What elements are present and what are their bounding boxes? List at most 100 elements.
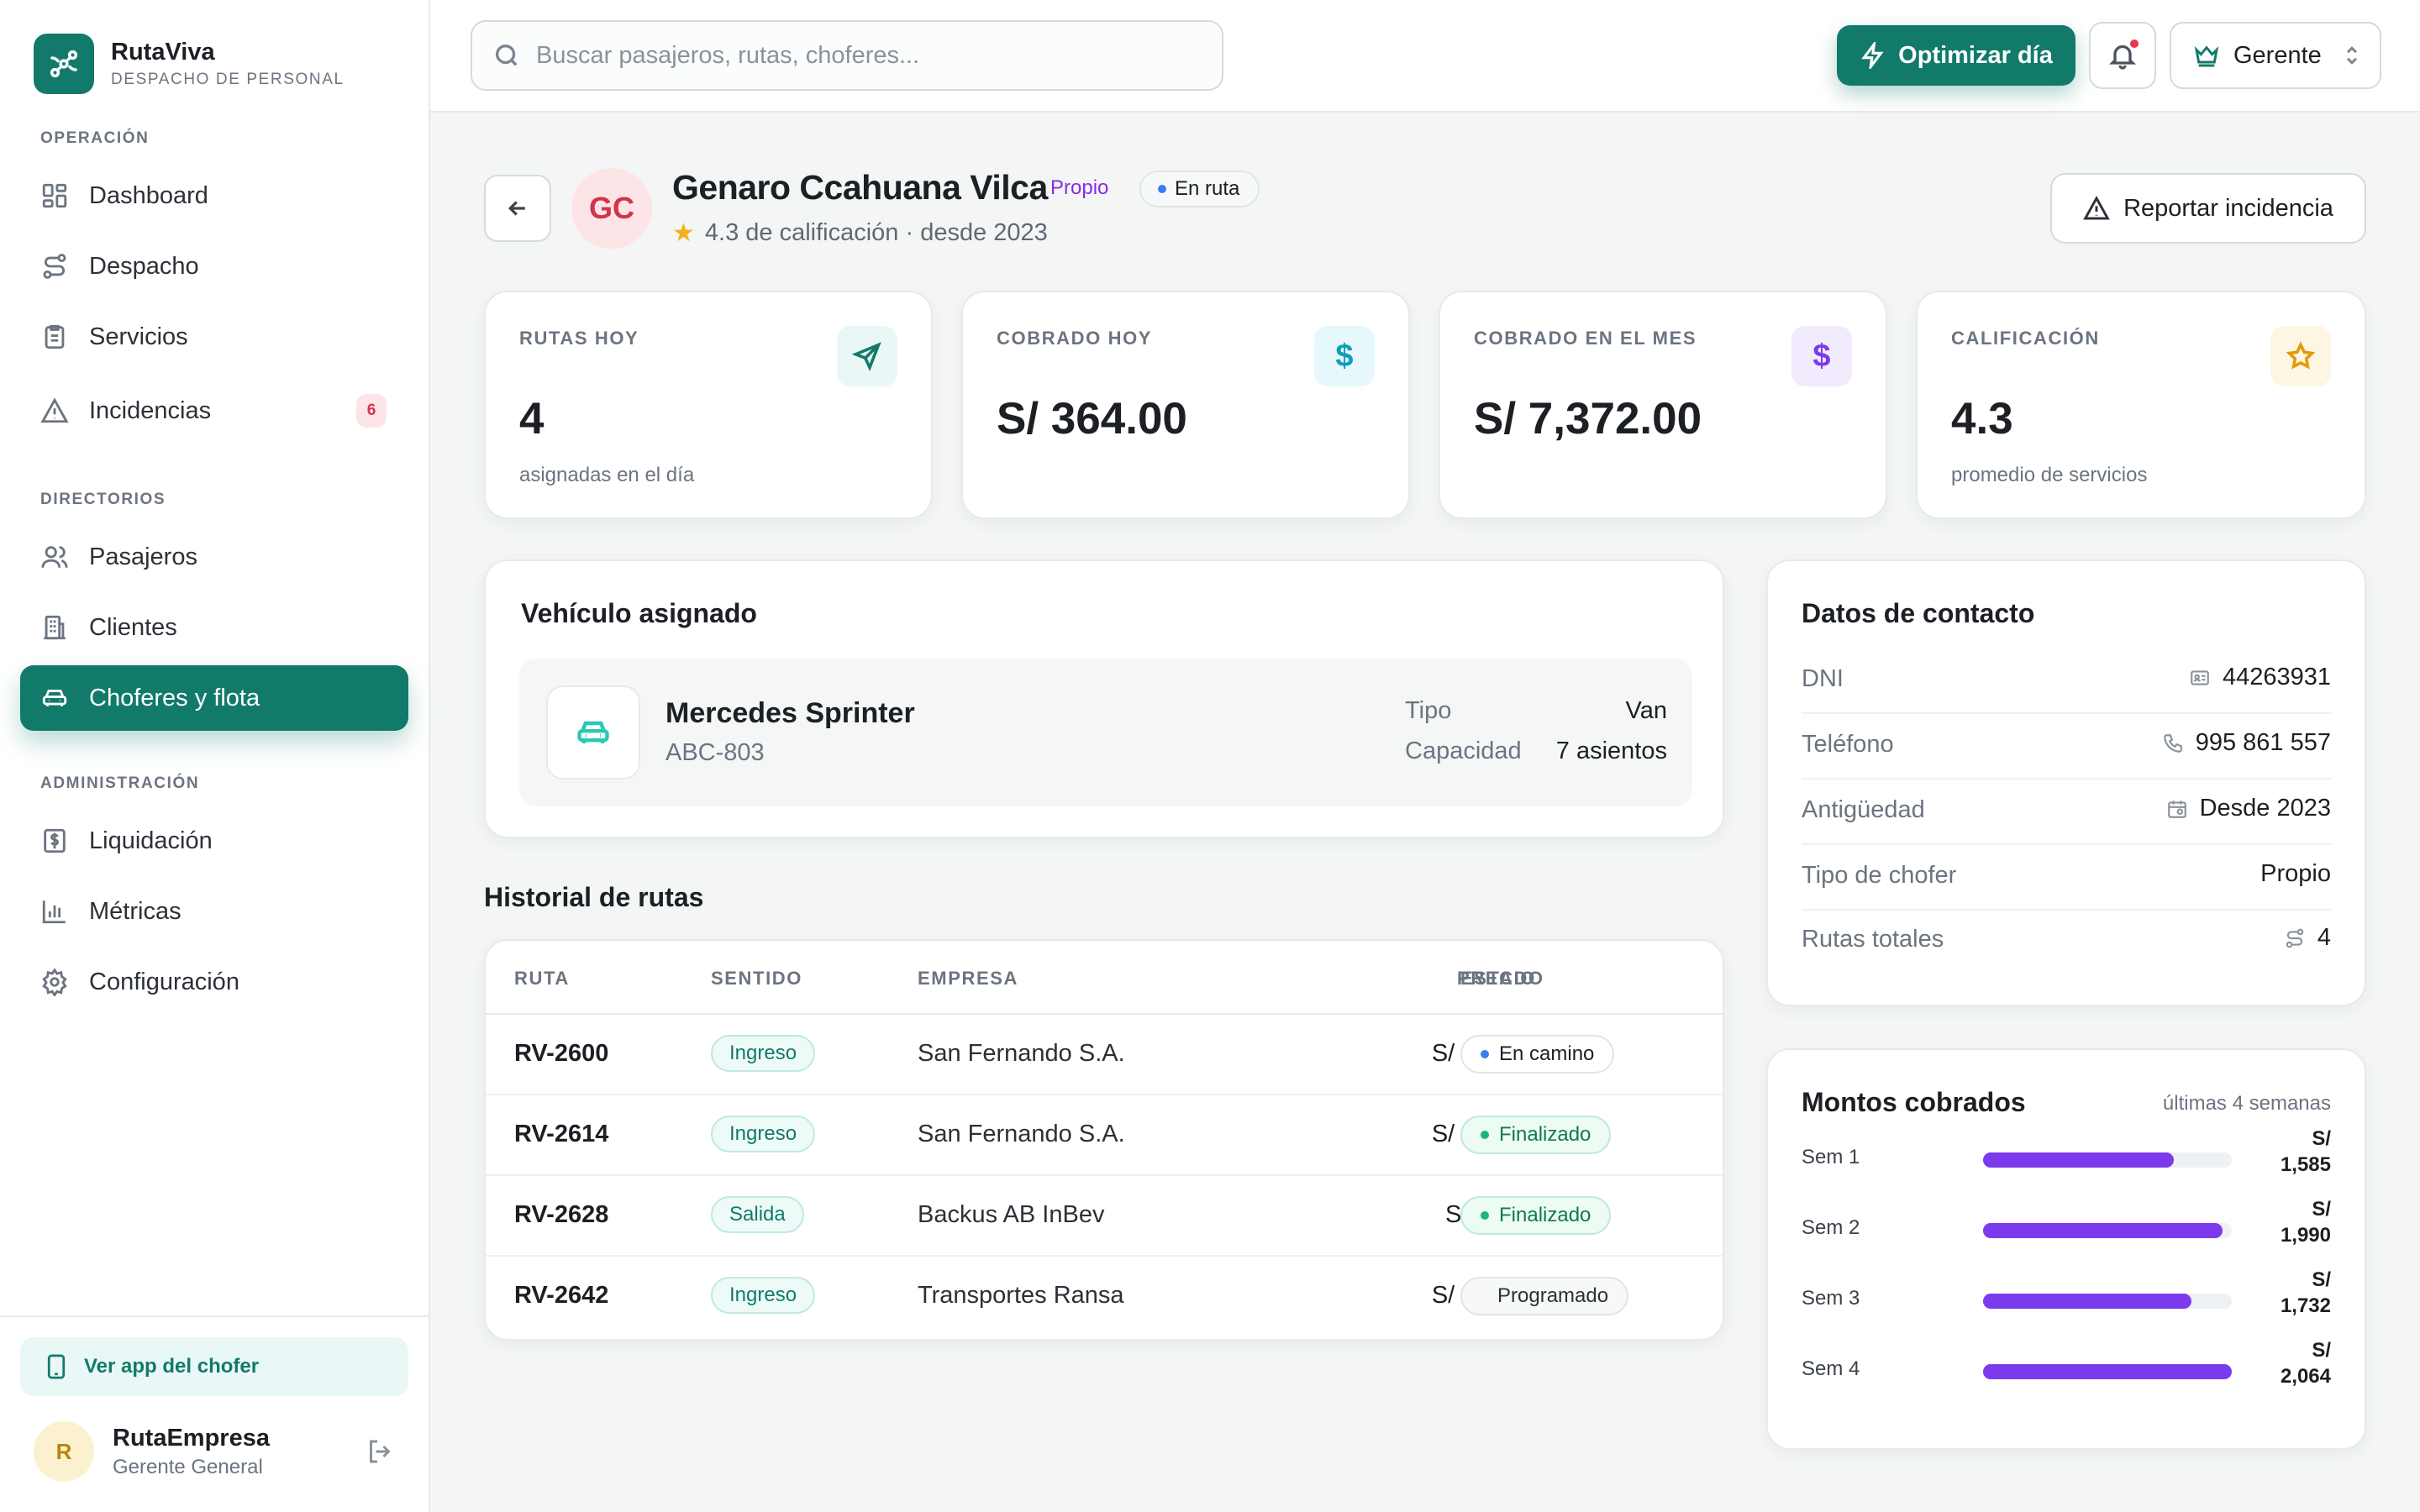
amount-bar (1983, 1223, 2223, 1238)
driver-type-value: Propio (2260, 860, 2331, 887)
table-row[interactable]: RV-2600 Ingreso San Fernando S.A. S/ 144… (486, 1015, 1723, 1095)
kpi-sub: asignadas en el día (519, 464, 695, 486)
search-icon (495, 44, 518, 66)
dollar-doc-icon (44, 828, 66, 853)
sidebar-item-label: Dashboard (89, 181, 208, 209)
kpi-value: S/ 7,372.00 (1474, 394, 1702, 444)
star-icon: ★ (672, 219, 695, 247)
search-box[interactable] (471, 20, 1223, 91)
direction-badge: Salida (711, 1196, 804, 1233)
notifications-button[interactable] (2089, 22, 2156, 89)
optimize-day-button[interactable]: Optimizar día (1837, 25, 2075, 86)
logout-icon[interactable] (365, 1436, 395, 1467)
direction-badge: Ingreso (711, 1277, 816, 1314)
kpi-label: CALIFICACIÓN (1951, 328, 2100, 349)
amount-value: S/2,064 (2280, 1339, 2331, 1389)
kpi-label: COBRADO HOY (997, 328, 1153, 349)
table-row[interactable]: RV-2642 Ingreso Transportes Ransa S/ 202… (486, 1257, 1723, 1337)
status-badge: Finalizado (1460, 1196, 1612, 1235)
dollar-icon: $ (1314, 326, 1375, 386)
optimize-day-label: Optimizar día (1898, 41, 2053, 69)
sidebar-item-label: Clientes (89, 613, 177, 641)
sidebar-item-choferes-flota[interactable]: Choferes y flota (20, 665, 408, 731)
status-badge: Finalizado (1460, 1116, 1612, 1154)
role-select[interactable]: Gerente (2170, 22, 2381, 89)
column-header-ruta: RUTA (514, 968, 570, 989)
contact-value: 4 (2284, 924, 2331, 952)
sidebar-item-despacho[interactable]: Despacho (20, 234, 408, 299)
id-card-icon (2191, 669, 2209, 685)
amounts-subtitle: últimas 4 semanas (2162, 1092, 2331, 1115)
route-history-title: Historial de rutas (484, 882, 704, 912)
table-header: RUTA SENTIDO EMPRESA PRECIO ESTADO (486, 941, 1723, 1015)
contact-value[interactable]: 995 861 557 (2162, 729, 2331, 757)
incidencias-count-badge: 6 (356, 394, 387, 428)
driver-status-badge: En ruta (1139, 171, 1260, 207)
vehicle-summary[interactable]: Mercedes Sprinter ABC-803 Tipo Van Capac… (519, 659, 1692, 806)
contact-label: Rutas totales (1802, 926, 1944, 953)
brand-name: RutaViva (111, 39, 215, 66)
kpi-sub: promedio de servicios (1951, 464, 2148, 486)
contact-row-rutas: Rutas totales 4 (1802, 909, 2331, 974)
section-label-operacion: OPERACIÓN (40, 129, 150, 147)
vehicle-type-value: Van (1625, 697, 1667, 724)
sidebar-item-label: Métricas (89, 897, 182, 925)
back-button[interactable] (484, 175, 551, 242)
dni-value: 44263931 (2222, 664, 2331, 690)
amount-bar-row: Sem 1 S/1,585 (1802, 1122, 2331, 1193)
seniority-value: Desde 2023 (2199, 795, 2331, 822)
users-icon (41, 546, 68, 568)
company-name: Transportes Ransa (918, 1282, 1124, 1309)
sidebar-item-label: Configuración (89, 968, 239, 995)
amount-value: S/1,732 (2280, 1268, 2331, 1318)
sidebar-item-configuracion[interactable]: Configuración (20, 949, 408, 1015)
contact-row-dni: DNI 44263931 (1802, 648, 2331, 714)
sidebar-item-liquidacion[interactable]: Liquidación (20, 808, 408, 874)
contact-row-tipo: Tipo de chofer Propio (1802, 845, 2331, 911)
vehicle-card-title: Vehículo asignado (521, 598, 757, 628)
star-icon (2270, 326, 2331, 386)
user-name: RutaEmpresa (113, 1424, 270, 1452)
driver-rating: ★ 4.3 de calificación · desde 2023 (672, 218, 1048, 248)
grid-icon (42, 183, 67, 208)
driver-app-button[interactable]: Ver app del chofer (20, 1337, 408, 1396)
driver-name: Genaro Ccahuana Vilca (672, 168, 1048, 207)
brand[interactable]: RutaViva DESPACHO DE PERSONAL (34, 34, 345, 94)
table-row[interactable]: RV-2628 Salida Backus AB InBev S/ 97.00 … (486, 1176, 1723, 1257)
table-row[interactable]: RV-2614 Ingreso San Fernando S.A. S/ 185… (486, 1095, 1723, 1176)
week-label: Sem 3 (1802, 1287, 1860, 1310)
sidebar-item-dashboard[interactable]: Dashboard (20, 163, 408, 228)
contact-value: Desde 2023 (2166, 795, 2331, 822)
company-name: San Fernando S.A. (918, 1040, 1125, 1067)
kpi-label: RUTAS HOY (519, 328, 639, 349)
topbar: Optimizar día Gerente (430, 0, 2420, 113)
contact-label: Teléfono (1802, 731, 1894, 758)
search-input[interactable] (536, 41, 1208, 70)
company-name: San Fernando S.A. (918, 1121, 1125, 1147)
amount-bar-row: Sem 2 S/1,990 (1802, 1193, 2331, 1263)
route-history-table: RUTA SENTIDO EMPRESA PRECIO ESTADO RV-26… (484, 939, 1724, 1341)
brand-subtitle: DESPACHO DE PERSONAL (111, 70, 345, 88)
sidebar-item-incidencias[interactable]: Incidencias 6 (20, 378, 408, 444)
building-icon (44, 615, 66, 640)
van-icon (546, 685, 640, 780)
report-incident-button[interactable]: Reportar incidencia (2050, 173, 2366, 244)
crown-icon (2194, 45, 2219, 67)
amount-bar-track (1983, 1152, 2232, 1168)
sidebar-item-clientes[interactable]: Clientes (20, 595, 408, 660)
column-header-empresa: EMPRESA (918, 968, 1018, 989)
kpi-label: COBRADO EN EL MES (1474, 328, 1697, 349)
direction-badge: Ingreso (711, 1035, 816, 1072)
contact-label: Antigüedad (1802, 796, 1925, 823)
user-card[interactable]: R RutaEmpresa Gerente General (34, 1421, 270, 1482)
sidebar-item-metricas[interactable]: Métricas (20, 879, 408, 944)
kpi-value: S/ 364.00 (997, 394, 1187, 444)
vehicle-type-label: Tipo (1405, 697, 1452, 724)
route-id: RV-2628 (514, 1201, 609, 1228)
sidebar-item-pasajeros[interactable]: Pasajeros (20, 524, 408, 590)
sidebar-item-label: Incidencias (89, 396, 212, 424)
sidebar-item-servicios[interactable]: Servicios (20, 304, 408, 370)
sidebar-item-label: Choferes y flota (89, 684, 260, 711)
week-label: Sem 4 (1802, 1357, 1860, 1380)
contact-card-title: Datos de contacto (1802, 598, 2035, 628)
